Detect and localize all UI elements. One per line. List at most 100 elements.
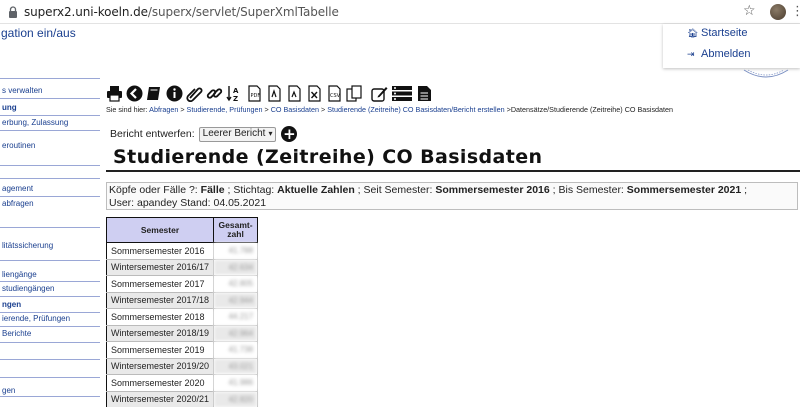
info-key: Seit Semester:: [363, 184, 433, 196]
sort-az-icon[interactable]: AZ: [226, 85, 243, 102]
nav-divider: [0, 312, 100, 313]
report-select-value: Leerer Bericht: [202, 128, 266, 139]
report-designer-row: Bericht entwerfen: Leerer Bericht ▾ +: [110, 126, 298, 142]
breadcrumb-link[interactable]: CO Basisdaten: [271, 105, 319, 114]
nav-divider: [0, 342, 100, 343]
url-host: superx2.uni-koeln.de: [24, 5, 148, 19]
total-cell: 44.217: [213, 308, 259, 326]
nav-divider: [0, 296, 100, 297]
semester-cell: Wintersemester 2017/18: [105, 291, 215, 309]
sidebar-item[interactable]: Berichte: [2, 329, 31, 338]
breadcrumb-link[interactable]: Abfragen: [149, 105, 178, 114]
breadcrumb: Sie sind hier: Abfragen > Studierende, P…: [106, 105, 674, 114]
table-row: Wintersemester 2016/17 42.634: [105, 258, 259, 276]
url-path: /superx/servlet/SuperXmlTabelle: [147, 5, 339, 19]
document-icon[interactable]: [416, 85, 433, 102]
nav-divider: [0, 178, 100, 179]
bookmark-star-icon[interactable]: ☆: [743, 3, 756, 19]
print-icon[interactable]: [106, 85, 123, 102]
semester-cell: Sommersemester 2016: [105, 242, 215, 260]
nav-divider: [0, 130, 100, 131]
semester-cell: Sommersemester 2020: [105, 374, 215, 392]
total-cell: 42.944: [213, 291, 259, 309]
info-value: Sommersemester 2021: [626, 184, 742, 196]
back-icon[interactable]: [126, 85, 143, 102]
attachment-icon[interactable]: [186, 85, 203, 102]
nav-divider: [0, 98, 100, 99]
nav-divider: [0, 359, 100, 360]
column-header-total[interactable]: Gesamt-zahl: [213, 217, 259, 243]
page-title: Studierende (Zeitreihe) CO Basisdaten: [113, 146, 543, 168]
user-links-box: 🏠︎ Startseite ⇥ Abmelden: [663, 24, 800, 68]
semester-cell: Wintersemester 2019/20: [105, 357, 215, 375]
total-cell: 41.986: [213, 374, 259, 392]
breadcrumb-link[interactable]: Studierende (Zeitreihe) CO Basisdaten/Be…: [327, 105, 504, 114]
info-key: Stichtag:: [233, 184, 275, 196]
table-row: Wintersemester 2018/19 42.964: [105, 324, 259, 342]
sidebar-item[interactable]: s verwalten: [2, 86, 42, 95]
svg-text:PDF: PDF: [251, 93, 261, 99]
list-icon[interactable]: [391, 85, 413, 102]
csv-icon[interactable]: CSV: [326, 84, 343, 102]
profile-avatar-icon[interactable]: [770, 4, 786, 20]
home-icon: 🏠︎: [687, 28, 699, 38]
selection-summary: Köpfe oder Fälle ?: Fälle ; Stichtag: Ak…: [106, 182, 798, 210]
info-value: Aktuelle Zahlen: [277, 184, 355, 196]
book-icon[interactable]: [146, 85, 163, 102]
table-row: Wintersemester 2020/21 42.820: [105, 390, 259, 407]
xls-icon[interactable]: [306, 84, 323, 102]
nav-divider: [0, 396, 100, 397]
nav-divider: [0, 227, 100, 228]
copy-icon[interactable]: [346, 84, 363, 102]
info-value: Sommersemester 2016: [435, 184, 550, 196]
logout-link[interactable]: Abmelden: [701, 48, 751, 60]
report-select[interactable]: Leerer Bericht ▾: [198, 126, 277, 142]
svg-text:Z: Z: [233, 95, 238, 102]
info-key: Köpfe oder Fälle ?:: [109, 184, 198, 196]
info-value: Fälle: [200, 184, 225, 196]
pdf-icon[interactable]: PDF: [246, 84, 263, 102]
url-field[interactable]: superx2.uni-koeln.de/superx/servlet/Supe…: [24, 5, 339, 19]
sidebar-item[interactable]: agement: [2, 184, 33, 193]
edit-icon[interactable]: [371, 85, 388, 102]
sidebar-item[interactable]: erbung, Zulassung: [2, 118, 68, 127]
add-report-icon[interactable]: +: [281, 126, 298, 142]
lock-icon[interactable]: [8, 6, 18, 18]
startseite-link[interactable]: Startseite: [701, 27, 747, 39]
nav-divider: [0, 377, 100, 378]
breadcrumb-prefix: Sie sind hier:: [106, 105, 148, 114]
sidebar-item[interactable]: ung: [2, 103, 17, 112]
sidebar-item[interactable]: eroutinen: [2, 141, 35, 150]
odt-icon[interactable]: [266, 84, 283, 102]
report-label: Bericht entwerfen:: [110, 128, 195, 140]
header-line: zahl: [227, 229, 244, 239]
breadcrumb-link[interactable]: Studierende, Prüfungen: [187, 105, 263, 114]
column-header-semester[interactable]: Semester: [105, 217, 215, 243]
table-row: Wintersemester 2017/18 42.944: [105, 291, 259, 309]
sidebar-item[interactable]: ierende, Prüfungen: [2, 314, 70, 323]
sidebar-item[interactable]: abfragen: [2, 199, 34, 208]
sidebar-item[interactable]: gen: [2, 386, 15, 395]
navigation-toggle[interactable]: gation ein/aus: [0, 26, 97, 44]
total-cell: 41.738: [213, 341, 259, 359]
link-icon[interactable]: [206, 85, 223, 102]
semester-cell: Sommersemester 2019: [105, 341, 215, 359]
semester-cell: Wintersemester 2018/19: [105, 324, 215, 342]
info-icon[interactable]: [166, 85, 183, 102]
semester-cell: Wintersemester 2020/21: [105, 390, 215, 407]
title-divider: [106, 170, 800, 172]
table-row: Sommersemester 2020 41.986: [105, 374, 259, 392]
logout-icon: ⇥: [687, 49, 695, 59]
semester-cell: Sommersemester 2018: [105, 308, 215, 326]
ods-icon[interactable]: [286, 84, 303, 102]
university-seal-icon: [743, 69, 789, 78]
sidebar-item[interactable]: liengänge: [2, 270, 37, 279]
browser-menu-icon[interactable]: ⋮: [791, 4, 800, 20]
sidebar-item[interactable]: studiengängen: [2, 284, 55, 293]
table-row: Sommersemester 2018 44.217: [105, 308, 259, 326]
sidebar-item[interactable]: litätssicherung: [2, 241, 53, 250]
total-cell: 42.820: [213, 390, 259, 407]
sidebar-item[interactable]: ngen: [2, 300, 21, 309]
total-cell: 42.964: [213, 324, 259, 342]
svg-text:A: A: [233, 87, 239, 95]
